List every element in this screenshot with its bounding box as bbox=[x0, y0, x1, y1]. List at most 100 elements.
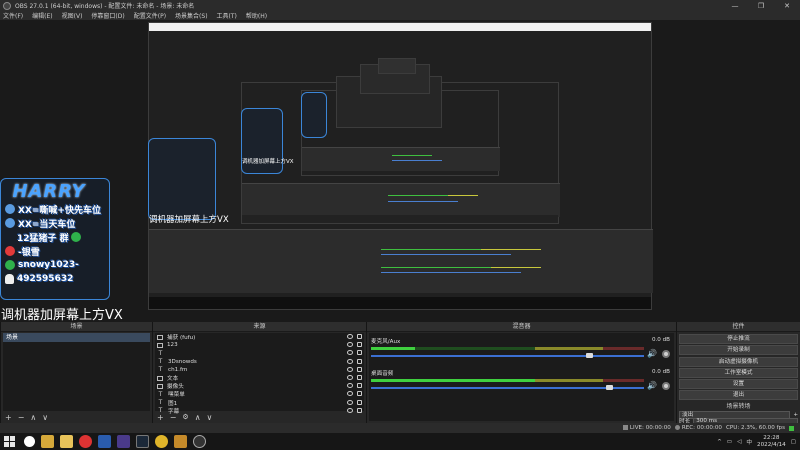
source-item[interactable]: Tch1.fm bbox=[155, 366, 364, 374]
source-properties-button[interactable]: ⚙ bbox=[182, 413, 188, 421]
volume-icon[interactable]: ◁ bbox=[737, 439, 741, 445]
move-source-up-button[interactable]: ∧ bbox=[195, 413, 201, 422]
add-scene-button[interactable]: + bbox=[5, 413, 12, 422]
menu-docks[interactable]: 停靠窗口(D) bbox=[91, 11, 124, 20]
steam-icon[interactable] bbox=[136, 435, 149, 448]
menu-help[interactable]: 帮助(H) bbox=[246, 11, 267, 20]
source-item[interactable]: 捕获 (fufu) bbox=[155, 333, 364, 341]
settings-button[interactable]: 设置 bbox=[679, 379, 798, 390]
tool-icon[interactable] bbox=[174, 435, 187, 448]
source-item[interactable]: T 嘿菜单 bbox=[155, 390, 364, 398]
move-source-down-button[interactable]: ∨ bbox=[207, 413, 213, 422]
system-tray: ^ ▭ ◁ 中 22:28 2022/4/14 ▢ bbox=[717, 433, 800, 450]
remove-source-button[interactable]: − bbox=[170, 413, 177, 422]
lock-icon[interactable] bbox=[357, 374, 362, 380]
lock-icon[interactable] bbox=[357, 342, 362, 348]
overlay-line: 492595632 bbox=[5, 272, 105, 286]
word-icon[interactable] bbox=[98, 435, 111, 448]
remove-scene-button[interactable]: − bbox=[18, 413, 25, 422]
source-item[interactable]: T bbox=[155, 349, 364, 357]
lock-icon[interactable] bbox=[357, 366, 362, 372]
eye-icon[interactable] bbox=[347, 350, 353, 356]
source-item[interactable]: T 3Dsnowds bbox=[155, 358, 364, 366]
obs-icon[interactable] bbox=[193, 435, 206, 448]
start-recording-button[interactable]: 开始录制 bbox=[679, 345, 798, 356]
network-icon[interactable]: ▭ bbox=[727, 439, 732, 445]
speaker-icon[interactable]: 🔊 bbox=[647, 381, 657, 390]
eye-icon[interactable] bbox=[347, 342, 353, 348]
overlay-line: XX=嘶喊+快先车位 bbox=[5, 202, 105, 216]
windows-start-icon[interactable] bbox=[4, 436, 15, 447]
lock-icon[interactable] bbox=[357, 358, 362, 364]
volume-slider[interactable] bbox=[371, 387, 644, 389]
windows-taskbar: ^ ▭ ◁ 中 22:28 2022/4/14 ▢ bbox=[0, 433, 800, 450]
notification-icon[interactable]: ▢ bbox=[791, 439, 796, 445]
controls-dock-title: 控件 bbox=[677, 322, 800, 332]
move-scene-down-button[interactable]: ∨ bbox=[42, 413, 48, 422]
lock-icon[interactable] bbox=[357, 350, 362, 356]
media-icon[interactable] bbox=[117, 435, 130, 448]
obs-app-icon bbox=[3, 1, 11, 10]
qq-icon bbox=[5, 204, 15, 214]
eye-icon[interactable] bbox=[347, 383, 353, 389]
speaker-icon[interactable]: 🔊 bbox=[647, 349, 657, 358]
volume-slider-handle[interactable] bbox=[605, 385, 613, 390]
menu-profile[interactable]: 配置文件(P) bbox=[134, 11, 166, 20]
studio-mode-button[interactable]: 工作室模式 bbox=[679, 367, 798, 378]
lock-icon[interactable] bbox=[357, 334, 362, 339]
eye-icon[interactable] bbox=[347, 366, 353, 372]
eye-icon[interactable] bbox=[347, 358, 353, 364]
source-item[interactable]: 摄像头 bbox=[155, 382, 364, 390]
taskbar-clock[interactable]: 22:28 2022/4/14 bbox=[757, 435, 786, 449]
add-source-button[interactable]: + bbox=[157, 413, 164, 422]
maximize-button[interactable]: ❐ bbox=[748, 0, 774, 11]
window-title: OBS 27.0.1 (64-bit, windows) - 配置文件: 未命名… bbox=[15, 3, 195, 10]
preview-caption-tiny: 调机器加屏幕上方VX bbox=[242, 159, 294, 165]
close-button[interactable]: ✕ bbox=[774, 0, 800, 11]
channel-db: 0.0 dB bbox=[651, 369, 670, 375]
wechat-icon bbox=[5, 260, 15, 270]
volume-slider[interactable] bbox=[371, 355, 644, 357]
menu-edit[interactable]: 编辑(E) bbox=[32, 11, 52, 20]
source-item[interactable]: 文本 bbox=[155, 374, 364, 382]
source-item[interactable]: T 图1 bbox=[155, 399, 364, 407]
volume-meter bbox=[371, 347, 644, 350]
lock-icon[interactable] bbox=[357, 399, 362, 405]
start-virtual-camera-button[interactable]: 启动虚拟摄像机 bbox=[679, 356, 798, 367]
eye-icon[interactable] bbox=[347, 391, 353, 397]
minimize-button[interactable]: — bbox=[722, 0, 748, 11]
chrome-icon[interactable] bbox=[155, 435, 168, 448]
move-scene-up-button[interactable]: ∧ bbox=[30, 413, 36, 422]
eye-icon[interactable] bbox=[347, 374, 353, 380]
menu-view[interactable]: 视图(V) bbox=[62, 11, 83, 20]
audio-mixer-title: 混音器 bbox=[367, 322, 676, 332]
ime-icon[interactable]: 中 bbox=[746, 438, 752, 446]
gear-icon[interactable] bbox=[662, 382, 670, 390]
image-icon bbox=[157, 375, 163, 381]
menu-scene-collection[interactable]: 场景集合(S) bbox=[175, 11, 208, 20]
text-icon: T bbox=[158, 390, 163, 398]
connection-icon bbox=[789, 425, 794, 431]
stop-streaming-button[interactable]: 停止推流 bbox=[679, 334, 798, 344]
eye-icon[interactable] bbox=[347, 334, 353, 339]
lock-icon[interactable] bbox=[357, 383, 362, 389]
eye-icon[interactable] bbox=[347, 399, 353, 405]
folder-icon[interactable] bbox=[41, 435, 54, 448]
scenes-list: 场景 bbox=[3, 333, 150, 411]
folder-icon[interactable] bbox=[60, 435, 73, 448]
audio-mixer-body: 麦克风/Aux 0.0 dB 🔊 桌面音频 0.0 dB 🔊 bbox=[369, 333, 674, 421]
scene-item[interactable]: 场景 bbox=[3, 333, 150, 342]
exit-button[interactable]: 退出 bbox=[679, 390, 798, 401]
menu-file[interactable]: 文件(F) bbox=[3, 11, 23, 20]
source-item[interactable]: 123 bbox=[155, 341, 364, 349]
gear-icon[interactable] bbox=[662, 350, 670, 358]
lock-icon[interactable] bbox=[357, 391, 362, 397]
preview-canvas[interactable]: HARRY XX=嘶喊+快先车位 XX=当天车位 12猛猪子 群 -银雪 sno… bbox=[0, 20, 800, 322]
clock-icon[interactable] bbox=[24, 436, 35, 447]
chevron-up-icon[interactable]: ^ bbox=[717, 439, 722, 445]
overlay-card-small-1 bbox=[148, 138, 216, 220]
netease-icon[interactable] bbox=[79, 435, 92, 448]
menu-tools[interactable]: 工具(T) bbox=[217, 11, 237, 20]
volume-slider-handle[interactable] bbox=[586, 353, 594, 358]
preview-caption: 调机器加屏幕上方VX bbox=[1, 308, 123, 322]
